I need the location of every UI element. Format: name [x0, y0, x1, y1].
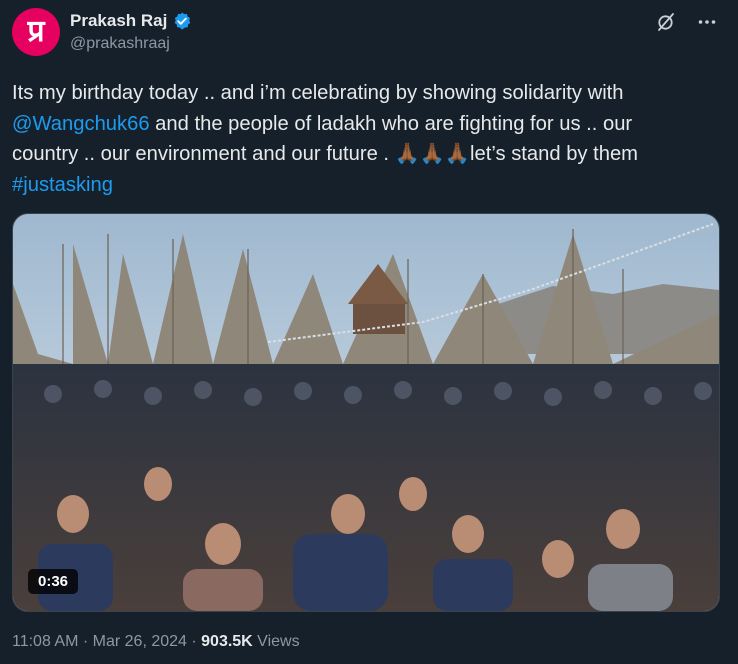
- author-handle[interactable]: @prakashraaj: [70, 35, 170, 53]
- verified-badge-icon[interactable]: [172, 11, 192, 31]
- tweet-line-1: Its my birthday today .. and i’m celebra…: [12, 82, 624, 104]
- video-player[interactable]: [12, 213, 720, 612]
- tweet-line-2: and the people of ladakh who are fightin…: [149, 112, 633, 135]
- meta-separator-2: ·: [186, 633, 202, 650]
- meta-separator: ·: [78, 633, 93, 650]
- hashtag-link[interactable]: #justasking: [12, 174, 113, 196]
- tweet-text: Its my birthday today .. and i’m celebra…: [12, 78, 727, 200]
- video-duration-badge: 0:36: [28, 569, 78, 594]
- more-icon[interactable]: [698, 19, 716, 25]
- grok-icon[interactable]: [656, 12, 676, 32]
- tweet-date[interactable]: Mar 26, 2024: [93, 633, 187, 650]
- views-count: 903.5K: [201, 633, 253, 650]
- tweet-meta: 11:08 AM · Mar 26, 2024 · 903.5K Views: [12, 633, 300, 651]
- video-thumbnail: [13, 214, 719, 611]
- tweet-line-3: country .. our environment and our futur…: [12, 143, 638, 165]
- avatar-text: प्र: [27, 14, 45, 49]
- mention-link[interactable]: @Wangchuk66: [12, 113, 150, 135]
- author-name-row: Prakash Raj: [70, 11, 192, 31]
- avatar[interactable]: प्र: [12, 8, 60, 56]
- author-display-name[interactable]: Prakash Raj: [70, 11, 167, 31]
- views-label: Views: [252, 633, 300, 650]
- tweet-actions-top: [656, 12, 716, 32]
- tweet-time[interactable]: 11:08 AM: [12, 633, 78, 650]
